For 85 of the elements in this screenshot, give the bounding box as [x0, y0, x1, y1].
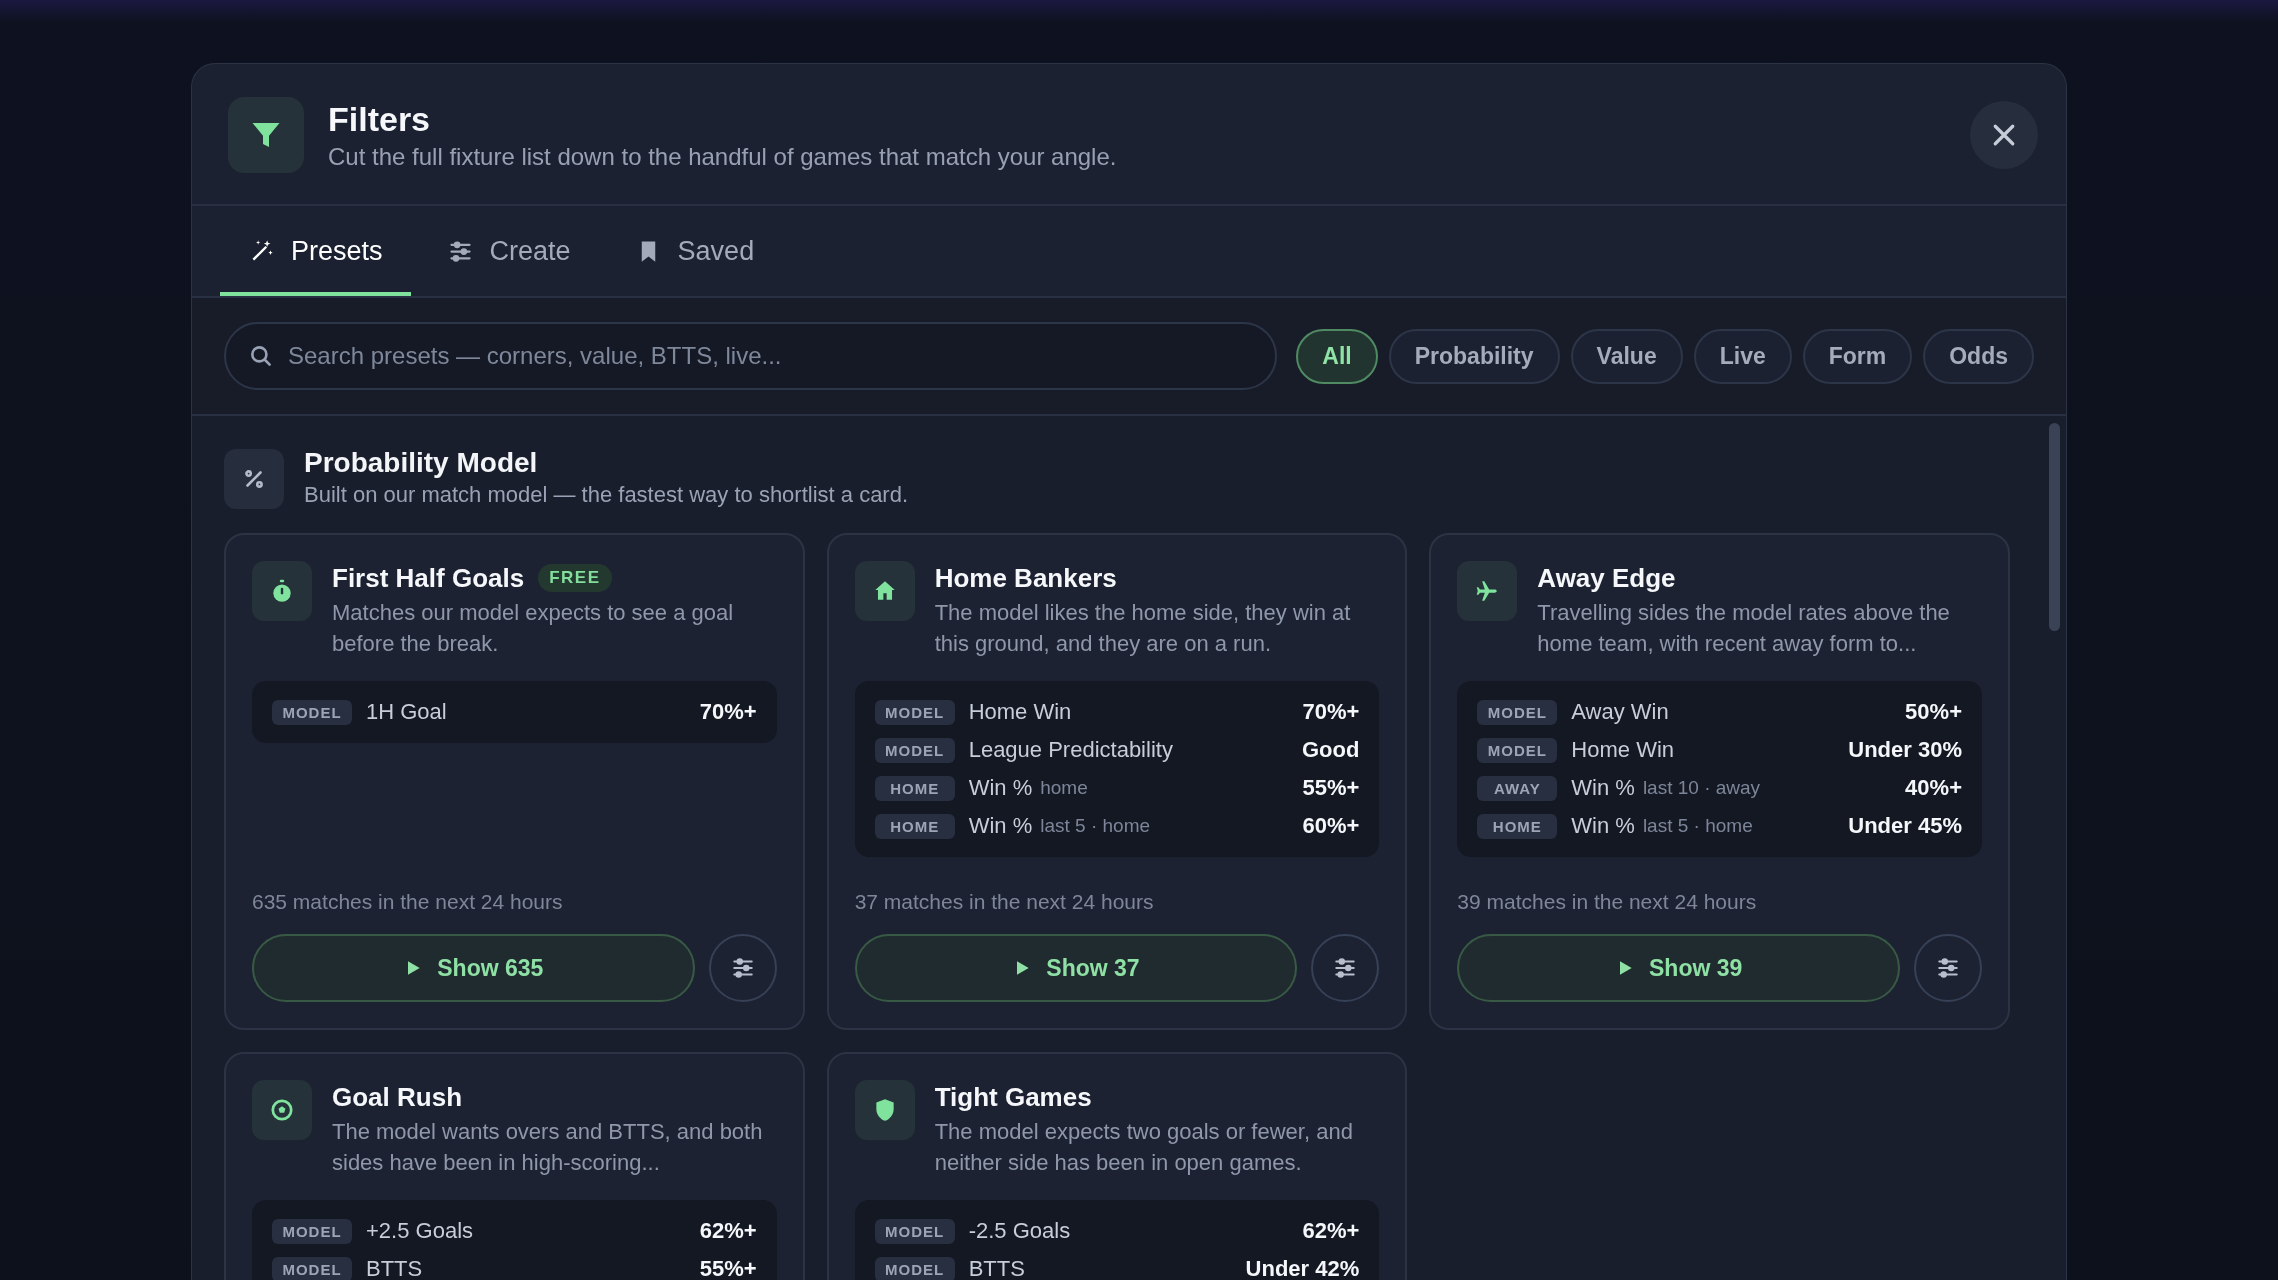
- criterion-value: Under 30%: [1848, 737, 1962, 763]
- filter-chip[interactable]: Odds: [1923, 328, 2034, 384]
- criterion-value: 50%+: [1905, 699, 1962, 725]
- section-description: Built on our match model — the fastest way to shortlist a card.: [304, 482, 909, 508]
- source-tag: MODEL: [1477, 699, 1558, 725]
- criterion-value: Under 45%: [1848, 813, 1962, 839]
- criterion-value: 55%+: [1302, 775, 1360, 801]
- tab[interactable]: Create: [418, 206, 599, 296]
- preset-description: Travelling sides the model rates above the home team, with recent away form to...: [1537, 599, 1951, 658]
- criterion-label: Win %: [1571, 813, 1635, 839]
- match-count: 37 matches in the next 24 hours: [854, 890, 1155, 914]
- criterion-label: BTTS: [968, 1256, 1025, 1280]
- preset-description: Matches our model expects to see a goal before the break.: [332, 599, 735, 658]
- criterion-value: 70%+: [1302, 699, 1360, 725]
- criterion-value: 62%+: [1302, 1218, 1360, 1244]
- preset-description: The model expects two goals or fewer, and neither side has been in open games.: [934, 1118, 1354, 1177]
- source-tag: MODEL: [272, 1256, 352, 1280]
- criterion-label: BTTS: [366, 1256, 423, 1280]
- criterion-value: 60%+: [1302, 813, 1360, 839]
- source-tag: MODEL: [874, 1218, 955, 1244]
- criterion-note: last 5 · home: [1040, 815, 1151, 837]
- criterion-value: 55%+: [699, 1256, 757, 1280]
- criterion-value: 40%+: [1905, 775, 1962, 801]
- show-button[interactable]: Show 39: [1457, 934, 1900, 1002]
- filter-chip[interactable]: Probability: [1388, 328, 1560, 384]
- preset-title: Home Bankers: [934, 562, 1117, 595]
- source-tag: MODEL: [272, 1218, 352, 1244]
- criterion-label: +2.5 Goals: [366, 1218, 473, 1244]
- show-button[interactable]: Show 635: [252, 934, 695, 1002]
- criterion-label: 1H Goal: [366, 699, 447, 725]
- source-tag: MODEL: [1477, 737, 1558, 763]
- show-button[interactable]: Show 37: [854, 934, 1298, 1002]
- filter-chip[interactable]: Value: [1570, 328, 1683, 384]
- preset-description: The model likes the home side, they win at this ground, and they are on a run.: [934, 599, 1352, 658]
- filter-chip[interactable]: All: [1296, 328, 1378, 384]
- criterion-value: 70%+: [699, 699, 757, 725]
- criterion-value: 62%+: [699, 1218, 757, 1244]
- adjust-button[interactable]: [1311, 934, 1380, 1002]
- dialog-subtitle: Cut the full fixture list down to the handful of games that match your angle.: [328, 143, 1118, 171]
- source-tag: HOME: [874, 775, 955, 801]
- preset-title: Goal Rush: [332, 1081, 462, 1114]
- sliders-icon: [1935, 955, 1961, 981]
- shield-icon: [854, 1080, 915, 1140]
- search-icon: [248, 343, 274, 369]
- source-tag: HOME: [1477, 813, 1558, 839]
- criterion-label: Win %: [968, 813, 1033, 839]
- source-tag: MODEL: [272, 699, 352, 725]
- filter-icon: [228, 97, 304, 173]
- filter-chip[interactable]: Form: [1802, 328, 1913, 384]
- criterion-label: League Predictability: [968, 737, 1173, 763]
- criterion-value: Under 42%: [1245, 1256, 1360, 1280]
- filter-chip[interactable]: Live: [1693, 328, 1792, 384]
- stopwatch-icon: [252, 561, 312, 621]
- preset-description: The model wants overs and BTTS, and both sides have been in high-scoring...: [332, 1118, 764, 1177]
- criterion-label: Win %: [968, 775, 1033, 801]
- source-tag: AWAY: [1477, 775, 1558, 801]
- source-tag: MODEL: [874, 699, 955, 725]
- criterion-label: Win %: [1571, 775, 1635, 801]
- criterion-label: Home Win: [1571, 737, 1674, 763]
- criterion-value: Good: [1301, 737, 1360, 763]
- criterion-note: last 5 · home: [1642, 815, 1753, 837]
- preset-title: First Half Goals: [332, 562, 525, 595]
- preset-title: Tight Games: [934, 1081, 1092, 1114]
- source-tag: MODEL: [874, 1256, 955, 1280]
- free-badge: FREE: [538, 564, 612, 592]
- preset-title: Away Edge: [1537, 562, 1676, 595]
- scrollbar[interactable]: [2049, 423, 2060, 631]
- match-count: 635 matches in the next 24 hours: [252, 890, 564, 914]
- search-field[interactable]: Search presets — corners, value, BTTS, live...: [224, 322, 1278, 390]
- adjust-button[interactable]: [708, 934, 777, 1002]
- dialog-title: Filters: [328, 99, 432, 139]
- criterion-note: home: [1040, 777, 1088, 799]
- house-icon: [854, 561, 915, 621]
- airplane-icon: [1457, 561, 1518, 621]
- section-title: Probability Model: [304, 446, 539, 480]
- criterion-label: -2.5 Goals: [968, 1218, 1071, 1244]
- criterion-note: last 10 · away: [1642, 777, 1761, 799]
- percent-icon: [224, 449, 284, 509]
- tab[interactable]: Saved: [606, 206, 783, 296]
- match-count: 39 matches in the next 24 hours: [1457, 890, 1758, 914]
- criterion-label: Away Win: [1571, 699, 1669, 725]
- criterion-label: Home Win: [968, 699, 1072, 725]
- adjust-button[interactable]: [1914, 934, 1982, 1002]
- source-tag: MODEL: [874, 737, 955, 763]
- source-tag: HOME: [874, 813, 955, 839]
